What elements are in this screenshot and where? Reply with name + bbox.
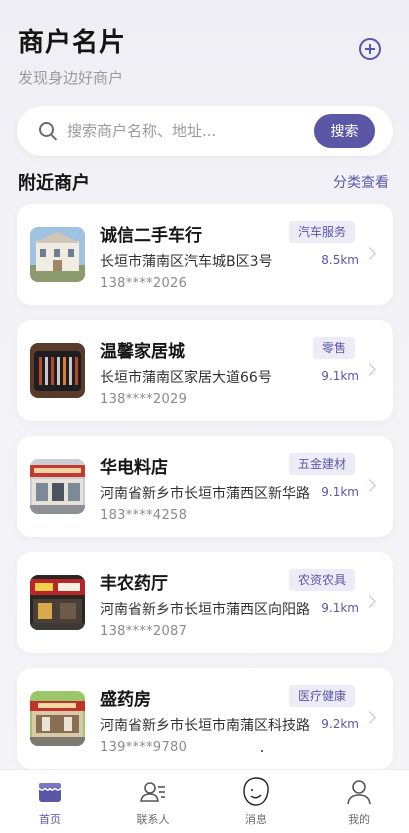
merchant-address: 河南省新乡市长垣市南蒲区科技路 — [100, 718, 310, 734]
stray-dot — [261, 750, 263, 752]
page: 商户名片 发现身边好商户 搜索 附近商户 分类查看 诚信二手车行 汽车服务 长垣… — [0, 0, 409, 833]
merchant-name: 华电料店 — [100, 458, 168, 478]
tab-label: 联系人 — [136, 813, 170, 826]
merchant-phone: 139****9780 — [100, 740, 188, 755]
tab-contacts[interactable]: 联系人 — [113, 770, 193, 833]
merchant-phone: 138****2029 — [100, 392, 188, 407]
merchant-card[interactable]: 温馨家居城 零售 长垣市蒲南区家居大道66号 9.1km 138****2029 — [17, 320, 393, 421]
merchant-distance: 9.1km — [321, 485, 359, 499]
category-tag: 医疗健康 — [289, 685, 356, 707]
tab-home[interactable]: 首页 — [10, 770, 90, 833]
category-tag: 零售 — [313, 337, 356, 359]
category-link[interactable]: 分类查看 — [333, 172, 389, 192]
search-input[interactable] — [67, 118, 307, 144]
merchant-thumbnail — [30, 227, 85, 282]
chevron-right-icon — [363, 479, 376, 492]
merchant-distance: 9.2km — [321, 717, 359, 731]
tab-label: 消息 — [245, 813, 267, 826]
page-title: 商户名片 — [18, 28, 127, 58]
search-bar: 搜索 — [17, 106, 393, 156]
merchant-address: 长垣市蒲南区汽车城B区3号 — [100, 254, 273, 270]
user-icon — [346, 779, 372, 805]
chevron-right-icon — [363, 711, 376, 724]
category-tag: 五金建材 — [289, 453, 356, 475]
chevron-right-icon — [363, 247, 376, 260]
message-icon — [242, 776, 270, 808]
merchant-address: 河南省新乡市长垣市蒲西区新华路 — [100, 486, 310, 502]
chevron-right-icon — [363, 363, 376, 376]
search-icon — [39, 122, 54, 137]
tab-profile[interactable]: 我的 — [319, 770, 399, 833]
merchant-address: 长垣市蒲南区家居大道66号 — [100, 370, 272, 386]
merchant-address: 河南省新乡市长垣市蒲西区向阳路 — [100, 602, 310, 618]
merchant-distance: 9.1km — [321, 601, 359, 615]
merchant-distance: 9.1km — [321, 369, 359, 383]
merchant-thumbnail — [30, 459, 85, 514]
header: 商户名片 发现身边好商户 — [18, 22, 126, 88]
chevron-right-icon — [363, 595, 376, 608]
merchant-card[interactable]: 诚信二手车行 汽车服务 长垣市蒲南区汽车城B区3号 8.5km 138****2… — [17, 204, 393, 305]
merchant-distance: 8.5km — [321, 253, 359, 267]
merchant-card[interactable]: 华电料店 五金建材 河南省新乡市长垣市蒲西区新华路 9.1km 183****4… — [17, 436, 393, 537]
merchant-phone: 138****2087 — [100, 624, 188, 639]
add-merchant-button[interactable] — [359, 38, 381, 60]
merchant-name: 温馨家居城 — [100, 342, 185, 362]
tab-label: 我的 — [348, 813, 370, 826]
merchant-phone: 138****2026 — [100, 276, 188, 291]
bottom-tab-bar: 首页 联系人 消息 我的 — [0, 769, 409, 833]
tab-label: 首页 — [39, 813, 61, 826]
category-tag: 汽车服务 — [289, 221, 356, 243]
merchant-name: 诚信二手车行 — [100, 226, 202, 246]
shop-icon — [37, 779, 63, 805]
merchant-phone: 183****4258 — [100, 508, 188, 523]
page-subtitle: 发现身边好商户 — [18, 69, 124, 87]
merchant-name: 盛药房 — [100, 690, 151, 710]
section-title: 附近商户 — [18, 173, 90, 194]
merchant-thumbnail — [30, 575, 85, 630]
contacts-icon — [140, 779, 166, 805]
search-button[interactable]: 搜索 — [314, 114, 375, 148]
merchant-card[interactable]: 盛药房 医疗健康 河南省新乡市长垣市南蒲区科技路 9.2km 139****97… — [17, 668, 393, 769]
merchant-card[interactable]: 丰农药厅 农资农具 河南省新乡市长垣市蒲西区向阳路 9.1km 138****2… — [17, 552, 393, 653]
tab-messages[interactable]: 消息 — [216, 770, 296, 833]
merchant-thumbnail — [30, 343, 85, 398]
category-tag: 农资农具 — [289, 569, 356, 591]
merchant-name: 丰农药厅 — [100, 574, 168, 594]
merchant-thumbnail — [30, 691, 85, 746]
